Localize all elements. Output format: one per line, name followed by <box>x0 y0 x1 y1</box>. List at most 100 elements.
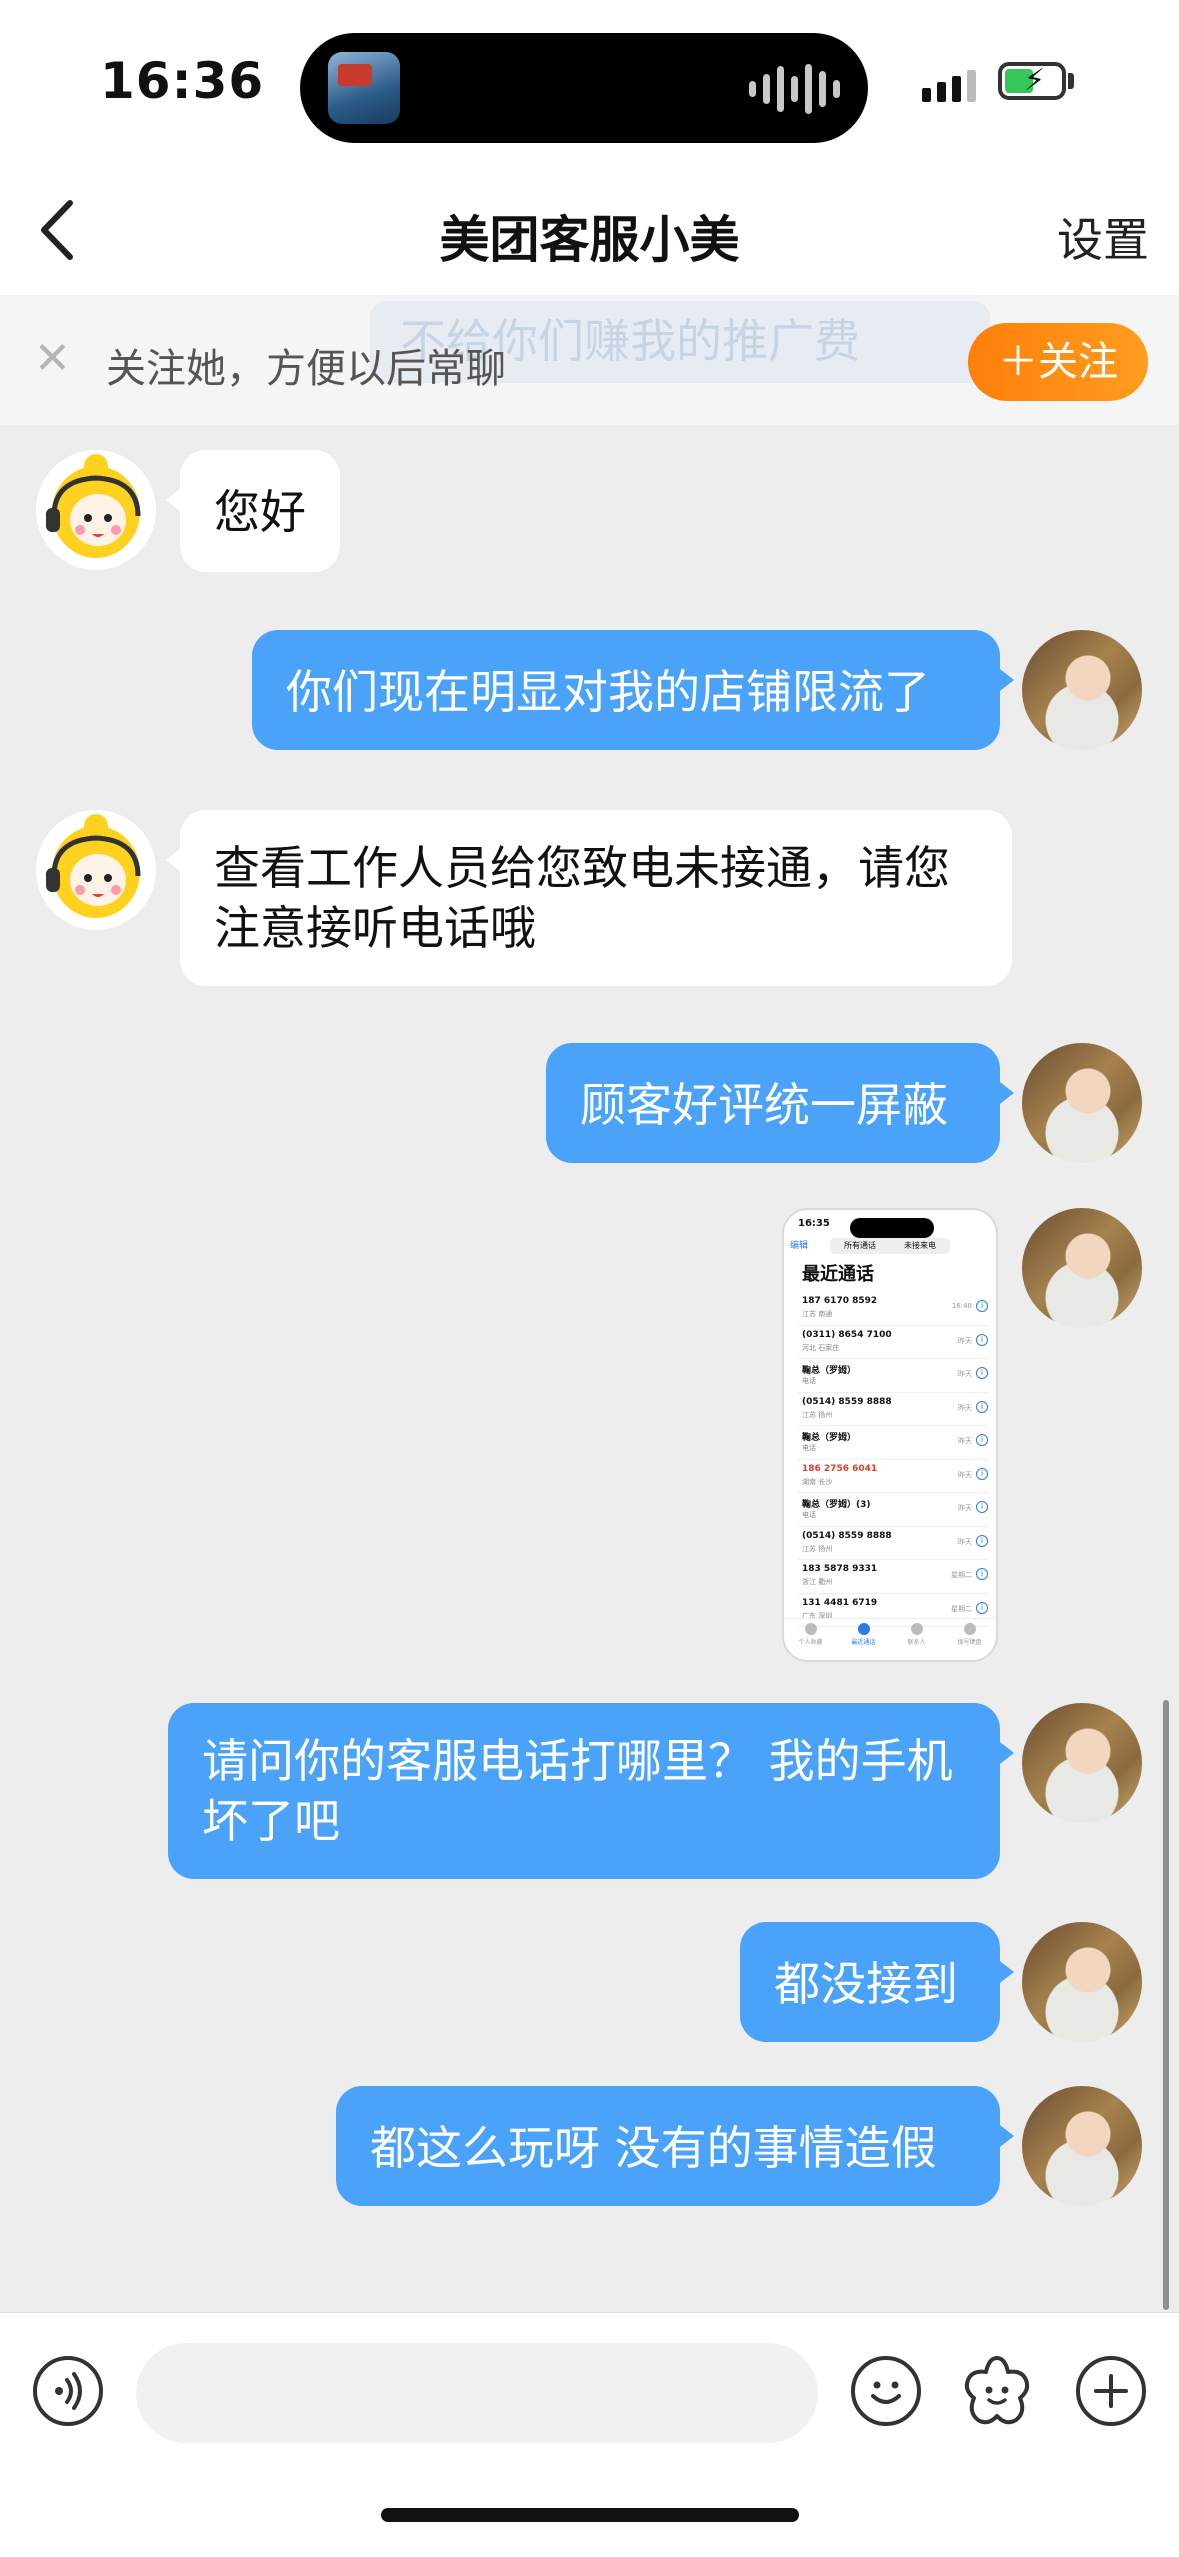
thumb-time: 16:35 <box>798 1218 830 1229</box>
thumb-call-row: 186 2756 6041 湖南 长沙 昨天 i <box>798 1460 988 1493</box>
chat-scrollbar[interactable] <box>1163 1700 1169 2310</box>
info-icon: i <box>976 1333 988 1346</box>
user-avatar[interactable] <box>1022 1208 1142 1328</box>
thumb-call-list: 187 6170 8592 江苏 南通 16:48 i (0311) 8654 710… <box>798 1292 988 1627</box>
message-bubble[interactable]: 查看工作人员给您致电未接通，请您注意接听电话哦 <box>166 810 1012 986</box>
dynamic-island[interactable] <box>300 33 868 143</box>
cellular-signal-icon <box>922 70 976 102</box>
message-bubble[interactable]: 你们现在明显对我的店铺限流了 <box>252 630 1014 750</box>
message-text: 都这么玩呀 没有的事情造假 <box>370 2121 937 2175</box>
thumb-call-date: 昨天 <box>958 1537 972 1546</box>
message-bubble[interactable]: 您好 <box>166 450 340 572</box>
thumb-call-row: 鞠总（罗姆） 电话 昨天 i <box>798 1359 988 1393</box>
message-text: 顾客好评统一屏蔽 <box>580 1078 948 1132</box>
message-text: 请问你的客服电话打哪里？ 我的手机坏了吧 <box>202 1734 953 1848</box>
thumb-call-number: 183 5878 9331 <box>802 1564 878 1574</box>
thumb-call-date: 昨天 <box>958 1370 972 1378</box>
follow-prompt: 关注她，方便以后常聊 <box>106 346 506 392</box>
home-indicator[interactable] <box>381 2508 799 2522</box>
thumb-call-sub: 江苏 南通 <box>802 1310 833 1318</box>
thumb-tab-bar: 个人收藏 最近通话 联系人 拨号键盘 <box>784 1618 996 1660</box>
thumb-call-sub: 浙江 衢州 <box>802 1578 833 1586</box>
thumb-call-row: 鞠总（罗姆） 电话 昨天 i <box>798 1426 988 1460</box>
thumb-call-row: 183 5878 9331 浙江 衢州 星期二 i <box>798 1560 988 1594</box>
message-bubble[interactable]: 都没接到 <box>740 1922 1014 2042</box>
message-text: 查看工作人员给您致电未接通，请您注意接听电话哦 <box>214 841 950 955</box>
follow-banner: 不给你们赚我的推广费 ✕ 关注她，方便以后常聊 ＋关注 <box>0 295 1179 425</box>
status-time: 16:36 <box>100 52 265 110</box>
message-input[interactable] <box>136 2343 818 2443</box>
message-bubble[interactable]: 顾客好评统一屏蔽 <box>546 1043 1014 1163</box>
thumb-segment-missed: 未接来电 <box>904 1241 936 1250</box>
agent-avatar[interactable] <box>36 810 156 930</box>
thumb-call-number: 鞠总（罗姆）(3) <box>802 1500 871 1510</box>
nav-bar: 美团客服小美 设置 <box>0 170 1179 295</box>
thumb-call-number: 鞠总（罗姆） <box>802 1366 857 1376</box>
info-icon: i <box>976 1434 988 1446</box>
user-avatar[interactable] <box>1022 1922 1142 2042</box>
thumb-tab-label: 最近通话 <box>851 1639 876 1646</box>
thumb-title: 最近通话 <box>802 1264 874 1285</box>
audio-waveform-icon <box>749 63 840 115</box>
image-message-call-log-screenshot[interactable]: 16:35 编辑 所有通话 未接来电 最近通话 187 6170 8592 江苏 … <box>782 1208 998 1662</box>
user-avatar[interactable] <box>1022 2086 1142 2206</box>
thumb-call-row: (0514) 8559 8888 江苏 扬州 昨天 i <box>798 1527 988 1560</box>
thumb-call-date: 星期二 <box>951 1604 972 1613</box>
info-icon: i <box>976 1501 988 1513</box>
thumb-call-number: 131 4481 6719 <box>802 1597 878 1608</box>
thumb-call-number: (0514) 8559 8888 <box>802 1530 892 1541</box>
battery-tip <box>1068 73 1074 89</box>
user-avatar[interactable] <box>1022 1703 1142 1823</box>
sticker-icon[interactable] <box>958 2352 1036 2430</box>
follow-button[interactable]: ＋关注 <box>968 323 1148 401</box>
info-icon: i <box>976 1300 988 1312</box>
now-playing-app-icon <box>328 52 400 124</box>
plus-icon[interactable] <box>1076 2356 1146 2426</box>
info-icon: i <box>976 1568 988 1580</box>
thumb-tab-favorites: 个人收藏 <box>793 1623 829 1660</box>
agent-avatar[interactable] <box>36 450 156 570</box>
thumb-call-row: 鞠总（罗姆）(3) 电话 昨天 i <box>798 1493 988 1527</box>
user-avatar[interactable] <box>1022 630 1142 750</box>
thumb-tab-contacts: 联系人 <box>899 1623 935 1660</box>
thumb-call-date: 昨天 <box>958 1504 972 1512</box>
status-bar: 16:36 ⚡ <box>0 0 1179 170</box>
thumb-tab-recents: 最近通话 <box>846 1623 882 1660</box>
close-icon[interactable]: ✕ <box>34 333 71 384</box>
thumb-call-date: 星期二 <box>951 1571 972 1579</box>
thumb-call-row: (0514) 8559 8888 江苏 扬州 昨天 i <box>798 1393 988 1426</box>
thumb-call-sub: 江苏 扬州 <box>802 1410 833 1419</box>
info-icon: i <box>976 1400 988 1413</box>
info-icon: i <box>976 1534 988 1547</box>
thumb-call-number: 187 6170 8592 <box>802 1296 878 1306</box>
chat-title: 美团客服小美 <box>439 211 740 269</box>
thumb-call-number: (0311) 8654 7100 <box>802 1329 892 1340</box>
user-avatar[interactable] <box>1022 1043 1142 1163</box>
thumb-call-sub: 湖南 长沙 <box>802 1477 833 1486</box>
thumb-call-number: (0514) 8559 8888 <box>802 1396 892 1407</box>
message-bubble[interactable]: 都这么玩呀 没有的事情造假 <box>336 2086 1014 2206</box>
emoji-icon[interactable] <box>851 2356 921 2426</box>
thumb-call-sub: 电话 <box>802 1444 816 1452</box>
thumb-call-row: 187 6170 8592 江苏 南通 16:48 i <box>798 1292 988 1326</box>
message-text: 你们现在明显对我的店铺限流了 <box>286 665 930 719</box>
voice-icon[interactable] <box>33 2356 103 2426</box>
thumb-tab-keypad: 拨号键盘 <box>952 1623 988 1660</box>
thumb-call-date: 昨天 <box>958 1437 972 1445</box>
thumb-call-row: (0311) 8654 7100 河北 石家庄 昨天 i <box>798 1326 988 1359</box>
thumb-call-date: 昨天 <box>958 1336 972 1345</box>
thumb-call-number: 鞠总（罗姆） <box>802 1433 857 1443</box>
thumb-call-date: 昨天 <box>958 1470 972 1479</box>
info-icon: i <box>976 1467 988 1480</box>
thumb-tab-label: 个人收藏 <box>798 1639 823 1646</box>
thumb-tab-label: 联系人 <box>907 1639 926 1646</box>
thumb-call-sub: 江苏 扬州 <box>802 1544 833 1553</box>
thumb-call-sub: 电话 <box>802 1377 816 1385</box>
thumb-call-sub: 电话 <box>802 1511 816 1519</box>
thumb-dynamic-island <box>850 1218 934 1238</box>
thumb-edit: 编辑 <box>790 1241 809 1251</box>
settings-button[interactable]: 设置 <box>1057 204 1149 270</box>
info-icon: i <box>976 1367 988 1379</box>
thumb-call-number-missed: 186 2756 6041 <box>802 1463 878 1474</box>
message-bubble[interactable]: 请问你的客服电话打哪里？ 我的手机坏了吧 <box>168 1703 1014 1879</box>
